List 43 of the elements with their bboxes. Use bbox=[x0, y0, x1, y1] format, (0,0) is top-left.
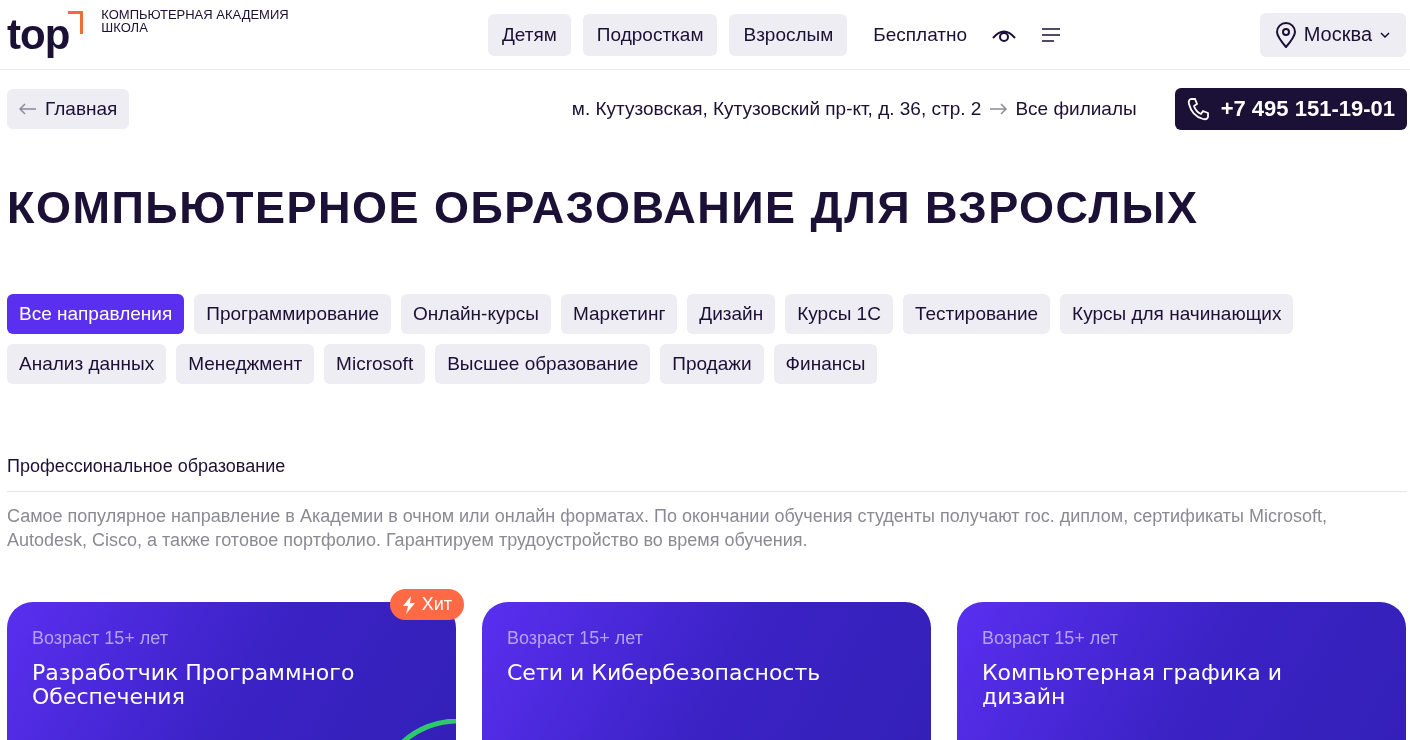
course-card[interactable]: Возраст 15+ лет Сети и Кибербезопасность bbox=[482, 602, 931, 740]
phone-icon bbox=[1186, 97, 1209, 121]
nav-link[interactable]: Взрослым bbox=[729, 13, 848, 56]
logo-subtitle: КОМПЬЮТЕРНАЯ АКАДЕМИЯ ШКОЛА bbox=[101, 5, 289, 36]
page-heading: КОМПЬЮТЕРНОЕ ОБРАЗОВАНИЕ ДЛЯ ВЗРОСЛЫХ bbox=[7, 182, 1199, 234]
filter-chip[interactable]: Программирование bbox=[194, 294, 392, 334]
age-label: Возраст 15+ лет bbox=[507, 628, 645, 649]
filter-chip[interactable]: Высшее образование bbox=[435, 344, 651, 384]
filter-chip[interactable]: Курсы для начинающих bbox=[1060, 294, 1294, 334]
filter-chip[interactable]: Маркетинг bbox=[561, 294, 678, 334]
left-arrow-icon bbox=[19, 103, 37, 115]
city-selector[interactable]: Москва bbox=[1259, 12, 1406, 57]
course-card[interactable]: Возраст 15+ лет Компьютерная графика и дизайн bbox=[957, 602, 1406, 740]
section-title: Профессиональное образование bbox=[7, 456, 1407, 492]
filter-chip[interactable]: Онлайн-курсы bbox=[401, 294, 551, 334]
menu-icon[interactable] bbox=[1041, 27, 1062, 42]
filter-chip[interactable]: Финансы bbox=[773, 344, 878, 384]
phone-button[interactable]: +7 495 151-19-01 bbox=[1174, 88, 1407, 130]
logo-wordmark[interactable]: top bbox=[7, 10, 84, 59]
filter-chip[interactable]: Дизайн bbox=[687, 294, 776, 334]
course-title: Компьютерная графика и дизайн bbox=[982, 661, 1284, 709]
filter-chip[interactable]: Продажи bbox=[660, 344, 764, 384]
nav-link[interactable]: Подросткам bbox=[582, 13, 718, 56]
age-label: Возраст 15+ лет bbox=[982, 628, 1120, 649]
course-title: Сети и Кибербезопасность bbox=[507, 661, 822, 685]
section-description: Самое популярное направление в Академии в очном или онлайн форматах. По окончании обучения студенты получают гос. диплом, сертификаты Microsoft, Autodesk, Cisco, а также готовое портфолио. Гарантируем трудоустройство во время обучения. bbox=[7, 505, 1329, 552]
hit-badge: Хит bbox=[389, 589, 464, 620]
filter-chip[interactable]: Анализ данных bbox=[7, 344, 167, 384]
filter-chip[interactable]: Microsoft bbox=[324, 344, 426, 384]
course-title: Разработчик Программного Обеспечения bbox=[32, 661, 356, 709]
filter-chip[interactable]: Менеджмент bbox=[176, 344, 315, 384]
filter-chip[interactable]: Все направления bbox=[7, 294, 185, 334]
back-button[interactable]: Главная bbox=[7, 89, 130, 129]
filter-chip[interactable]: Тестирование bbox=[902, 294, 1051, 334]
right-arrow-icon bbox=[989, 103, 1008, 115]
filter-chip[interactable]: Курсы 1С bbox=[785, 294, 893, 334]
age-label: Возраст 15+ лет bbox=[32, 628, 170, 649]
nav-link[interactable]: Детям bbox=[488, 13, 571, 56]
lightning-icon bbox=[401, 595, 416, 614]
chevron-down-icon bbox=[1380, 31, 1390, 38]
address-text: м. Кутузовская, Кутузовский пр-кт, д. 36, стр. 2 bbox=[571, 98, 982, 120]
map-pin-icon bbox=[1275, 21, 1296, 48]
branches-link[interactable]: Все филиалы bbox=[1015, 98, 1137, 120]
